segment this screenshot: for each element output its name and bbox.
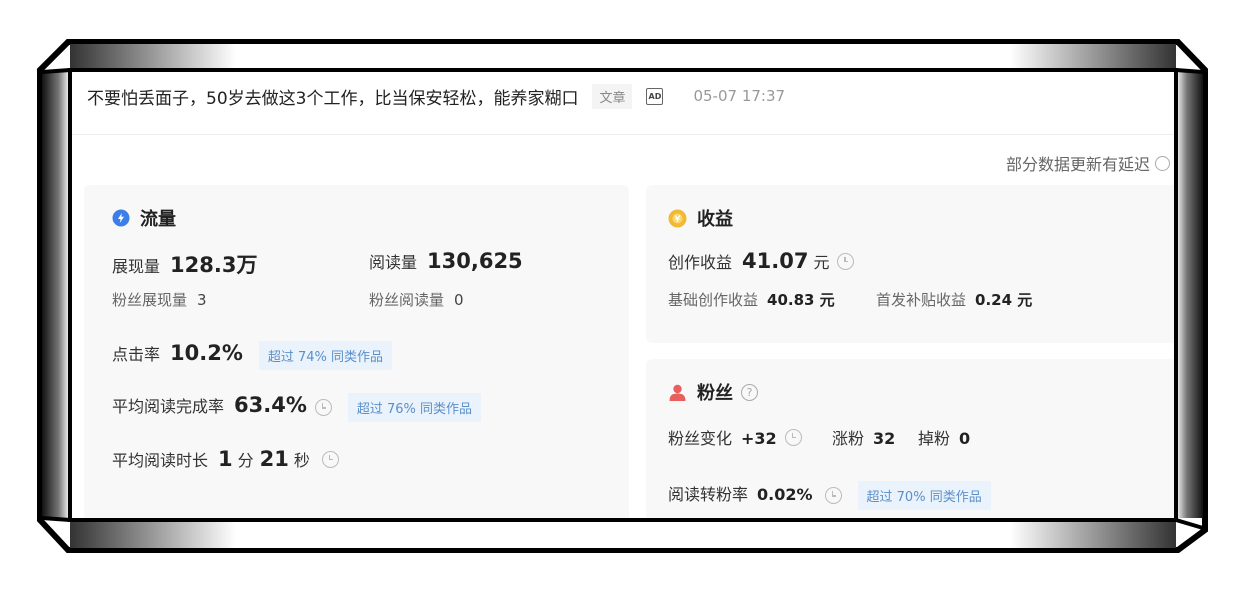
completion-value: 63.4% <box>234 393 307 417</box>
article-type-tag: 文章 <box>592 83 633 109</box>
creation-income-label: 创作收益 <box>668 253 733 272</box>
duration-minutes-unit: 分 <box>237 451 254 470</box>
coin-icon <box>668 209 687 227</box>
reads-label: 阅读量 <box>369 253 418 272</box>
income-title: 收益 <box>697 209 733 230</box>
traffic-card: 流量 展现量 128.3万 阅读量 130,625 粉丝展现量 3 粉丝阅读量 … <box>84 185 629 518</box>
creation-income-unit: 元 <box>813 253 830 272</box>
reads-value: 130,625 <box>427 249 523 273</box>
completion-rank-badge: 超过 76% 同类作品 <box>347 393 482 422</box>
fan-reads-value: 0 <box>454 291 464 309</box>
reads-stat: 阅读量 130,625 <box>369 249 523 273</box>
traffic-title: 流量 <box>140 209 176 230</box>
conversion-stat: 阅读转粉率 0.02% 超过 70% 同类作品 <box>668 481 991 510</box>
fan-gain-label: 涨粉 <box>832 429 865 448</box>
ctr-stat: 点击率 10.2% 超过 74% 同类作品 <box>112 341 393 370</box>
impressions-value: 128.3万 <box>170 253 258 277</box>
fan-reads-label: 粉丝阅读量 <box>369 291 445 309</box>
duration-minutes: 1 <box>218 447 233 471</box>
clock-icon[interactable] <box>784 428 802 446</box>
divider <box>72 134 1174 135</box>
duration-label: 平均阅读时长 <box>112 451 209 470</box>
fan-gain-value: 32 <box>873 429 896 448</box>
basic-income-stat: 基础创作收益 40.83 元 <box>668 289 835 310</box>
clock-icon[interactable] <box>321 450 339 468</box>
duration-seconds-unit: 秒 <box>293 451 310 470</box>
delay-note: 部分数据更新有延迟 <box>1006 151 1170 175</box>
fan-change-stat: 粉丝变化 +32 <box>668 425 802 449</box>
completion-stat: 平均阅读完成率 63.4% 超过 76% 同类作品 <box>112 393 482 422</box>
fan-change-value: +32 <box>741 429 777 448</box>
duration-stat: 平均阅读时长 1 分 21 秒 <box>112 447 339 471</box>
income-card: 收益 创作收益 41.07 元 基础创作收益 40.83 元 首发补贴收益 0.… <box>646 185 1174 343</box>
article-title[interactable]: 不要怕丢面子，50岁去做这3个工作，比当保安轻松，能养家糊口 <box>87 84 578 109</box>
fan-impressions-label: 粉丝展现量 <box>112 291 188 309</box>
conversion-value: 0.02% <box>757 485 813 504</box>
clock-icon[interactable] <box>837 252 855 270</box>
fans-card: 粉丝 ? 粉丝变化 +32 涨粉 32 掉粉 0 阅读转粉率 0.02% 超过 … <box>646 359 1174 518</box>
fan-loss-stat: 掉粉 0 <box>918 425 970 449</box>
subsidy-income-value: 0.24 元 <box>975 291 1033 309</box>
conversion-rank-badge: 超过 70% 同类作品 <box>857 481 991 510</box>
income-header: 收益 <box>668 205 733 231</box>
analytics-panel: 不要怕丢面子，50岁去做这3个工作，比当保安轻松，能养家糊口 文章 AD 05-… <box>72 72 1174 518</box>
help-circle-icon[interactable] <box>1155 155 1170 171</box>
completion-label: 平均阅读完成率 <box>112 397 225 416</box>
flame-drop-icon <box>112 209 130 227</box>
fan-change-label: 粉丝变化 <box>668 429 733 448</box>
ctr-label: 点击率 <box>112 345 161 364</box>
creation-income-value: 41.07 <box>742 249 809 273</box>
clock-icon[interactable] <box>824 487 842 504</box>
traffic-header: 流量 <box>112 205 176 231</box>
publish-time: 05-07 17:37 <box>693 87 786 105</box>
impressions-label: 展现量 <box>112 257 161 276</box>
fan-gain-stat: 涨粉 32 <box>832 425 895 449</box>
fan-impressions-value: 3 <box>197 291 207 309</box>
ad-icon: AD <box>646 87 664 105</box>
fan-impressions-stat: 粉丝展现量 3 <box>112 289 207 310</box>
ctr-value: 10.2% <box>170 341 243 365</box>
user-icon <box>669 384 686 401</box>
fan-reads-stat: 粉丝阅读量 0 <box>369 289 464 310</box>
delay-note-text: 部分数据更新有延迟 <box>1005 155 1150 174</box>
fan-loss-label: 掉粉 <box>918 429 951 448</box>
subsidy-income-stat: 首发补贴收益 0.24 元 <box>876 289 1032 310</box>
clock-icon[interactable] <box>314 399 332 416</box>
fans-title: 粉丝 <box>697 383 733 404</box>
ctr-rank-badge: 超过 74% 同类作品 <box>258 341 393 370</box>
subsidy-income-label: 首发补贴收益 <box>876 291 967 309</box>
basic-income-value: 40.83 元 <box>767 291 835 309</box>
duration-seconds: 21 <box>259 447 289 471</box>
help-icon[interactable]: ? <box>741 383 758 401</box>
conversion-label: 阅读转粉率 <box>668 485 749 504</box>
basic-income-label: 基础创作收益 <box>668 291 759 309</box>
creation-income-stat: 创作收益 41.07 元 <box>668 249 855 273</box>
article-header: 不要怕丢面子，50岁去做这3个工作，比当保安轻松，能养家糊口 文章 AD 05-… <box>87 83 786 109</box>
fans-header: 粉丝 ? <box>668 379 758 405</box>
impressions-stat: 展现量 128.3万 <box>112 249 257 279</box>
fan-loss-value: 0 <box>959 429 971 448</box>
